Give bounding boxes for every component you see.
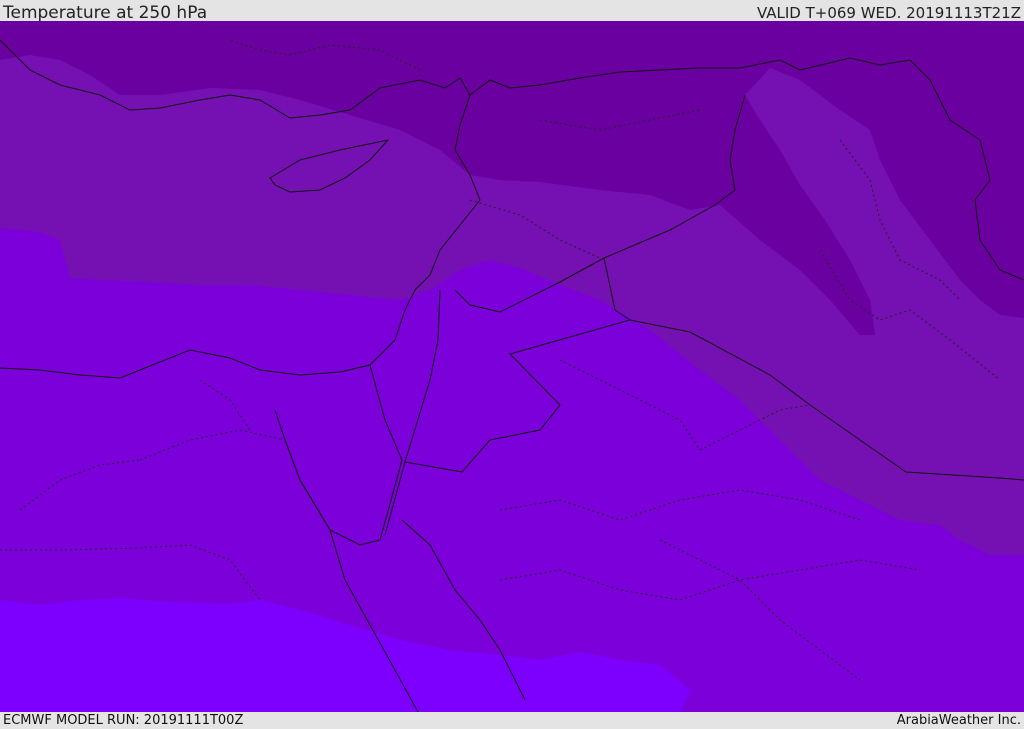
model-run-label: ECMWF MODEL RUN: 20191111T00Z	[3, 713, 244, 728]
temperature-map	[0, 21, 1024, 712]
header-bar: Temperature at 250 hPa VALID T+069 WED. …	[0, 0, 1024, 23]
footer-bar: ECMWF MODEL RUN: 20191111T00Z ArabiaWeat…	[0, 712, 1024, 729]
weather-map-page: Temperature at 250 hPa VALID T+069 WED. …	[0, 0, 1024, 729]
credit-label: ArabiaWeather Inc.	[896, 713, 1021, 728]
